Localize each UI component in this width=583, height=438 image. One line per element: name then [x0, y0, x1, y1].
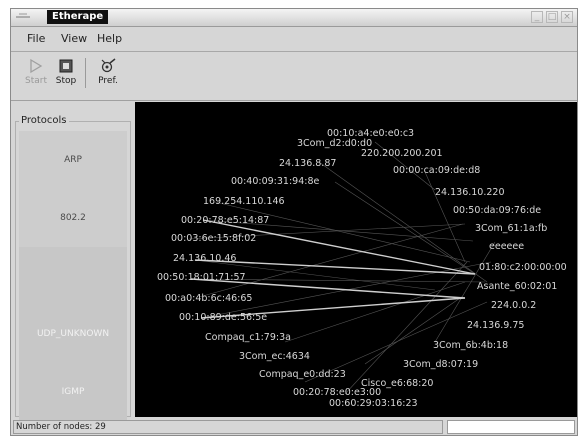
node-label[interactable]: 01:80:c2:00:00:00	[479, 262, 567, 273]
node-label[interactable]: 220.200.200.201	[361, 148, 443, 159]
node-label[interactable]: 00:20:78:e0:e3:00	[293, 387, 381, 398]
node-label[interactable]: 24.136.9.75	[467, 320, 524, 331]
node-label[interactable]: 24.136.8.87	[279, 158, 336, 169]
application-window: Etherape _ □ × File View Help Start Stop	[10, 8, 578, 436]
menu-bar: File View Help	[11, 27, 577, 52]
window-title: Etherape	[47, 10, 109, 24]
menu-help[interactable]: Help	[97, 32, 122, 45]
node-label[interactable]: Compaq_c1:79:3a	[205, 332, 291, 343]
start-button[interactable]: Start	[21, 58, 51, 96]
node-label[interactable]: 24.136.10.220	[435, 187, 505, 198]
node-label[interactable]: Asante_60:02:01	[477, 281, 557, 292]
node-label[interactable]: 00:50:18:01:71:57	[157, 272, 246, 283]
start-button-label: Start	[25, 76, 47, 86]
menu-file[interactable]: File	[27, 32, 45, 45]
preferences-button-label: Pref.	[98, 76, 118, 86]
node-label[interactable]: 24.136.10.46	[173, 253, 236, 264]
node-label[interactable]: 00:10:89:de:56:5e	[179, 312, 267, 323]
protocol-item[interactable]: ARP	[19, 131, 127, 189]
play-icon	[30, 58, 43, 74]
protocol-item[interactable]: 802.2	[19, 189, 127, 247]
protocol-list: ARP 802.2 UDP_UNKNOWN IGMP	[19, 131, 127, 421]
maximize-icon[interactable]: □	[546, 11, 558, 23]
stop-button-label: Stop	[55, 76, 77, 86]
node-label[interactable]: eeeeee	[489, 241, 524, 252]
preferences-icon	[101, 58, 116, 73]
node-label[interactable]: 00:a0:4b:6c:46:65	[165, 293, 252, 304]
node-label[interactable]: 169.254.110.146	[203, 196, 285, 207]
node-label[interactable]: 3Com_d8:07:19	[403, 359, 478, 370]
node-label[interactable]: 00:40:09:31:94:8e	[231, 176, 319, 187]
status-progress-area	[447, 420, 575, 434]
protocol-item[interactable]	[19, 247, 127, 305]
preferences-button[interactable]: Pref.	[93, 58, 123, 96]
toolbar-separator	[85, 58, 86, 88]
status-text: Number of nodes: 29	[13, 420, 443, 434]
toolbar: Start Stop Pref.	[11, 52, 577, 101]
status-bar: Number of nodes: 29	[11, 418, 577, 436]
node-label[interactable]: 224.0.0.2	[491, 300, 536, 311]
protocols-label: Protocols	[19, 115, 69, 126]
minimize-icon[interactable]: _	[531, 11, 543, 23]
node-label[interactable]: 00:00:ca:09:de:d8	[393, 165, 480, 176]
node-label[interactable]: Compaq_e0:dd:23	[259, 369, 346, 380]
protocol-item[interactable]: IGMP	[19, 363, 127, 421]
node-label[interactable]: 3Com_ec:4634	[239, 351, 310, 362]
node-label[interactable]: 00:20:78:e5:14:87	[181, 215, 269, 226]
node-label[interactable]: 3Com_61:1a:fb	[475, 223, 547, 234]
menu-view[interactable]: View	[61, 32, 87, 45]
window-menu-icon[interactable]	[15, 12, 31, 22]
node-label[interactable]: 00:50:da:09:76:de	[453, 205, 541, 216]
network-diagram-canvas[interactable]: 00:10:a4:e0:e0:c3 3Com_d2:d0:d0 220.200.…	[135, 102, 577, 417]
stop-button[interactable]: Stop	[51, 58, 81, 96]
stop-icon	[59, 59, 73, 73]
protocols-panel: Protocols ARP 802.2 UDP_UNKNOWN IGMP	[11, 109, 135, 421]
protocol-item[interactable]: UDP_UNKNOWN	[19, 305, 127, 363]
close-icon[interactable]: ×	[561, 11, 573, 23]
title-bar: Etherape _ □ ×	[11, 9, 577, 27]
node-label[interactable]: 3Com_6b:4b:18	[433, 340, 508, 351]
node-label[interactable]: 00:60:29:03:16:23	[329, 398, 418, 409]
node-label[interactable]: 00:03:6e:15:8f:02	[171, 233, 256, 244]
